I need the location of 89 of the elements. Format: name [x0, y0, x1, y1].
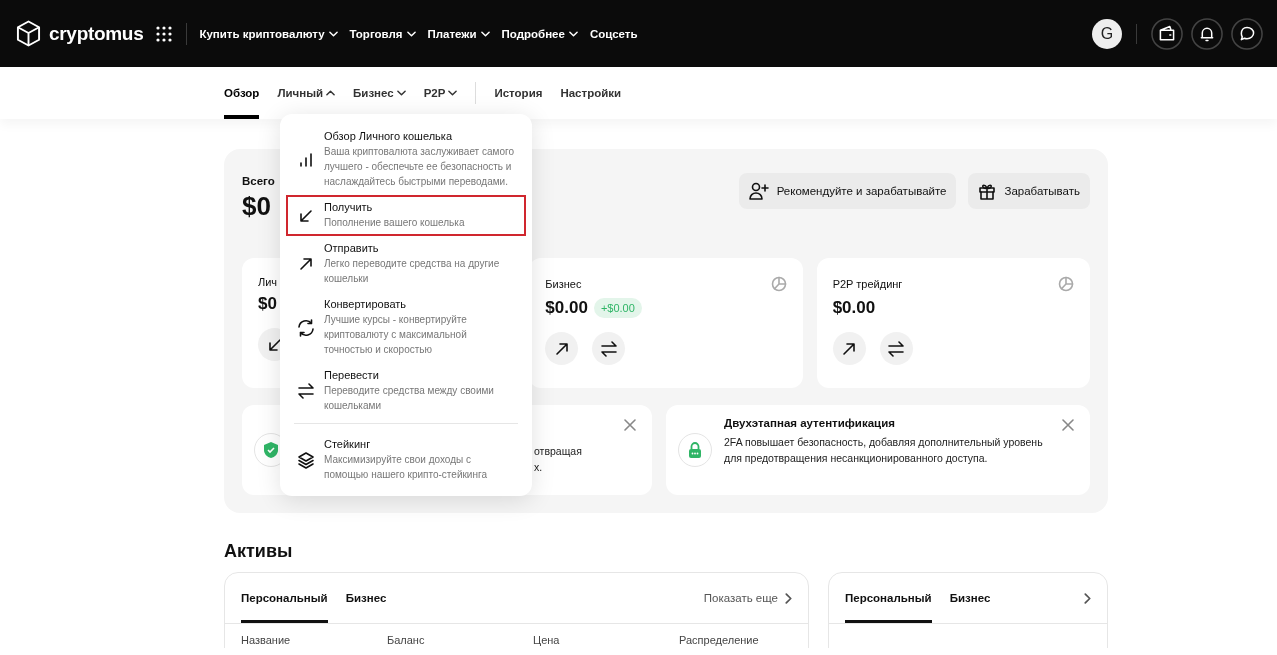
- total-balance: $0: [242, 191, 272, 222]
- apps-grid-button[interactable]: [156, 25, 173, 42]
- nav-tab[interactable]: Бизнес: [353, 67, 406, 119]
- next-button[interactable]: [1084, 592, 1091, 604]
- nav-tab[interactable]: P2P: [423, 67, 458, 119]
- chat-bubble-icon: [1231, 17, 1263, 50]
- notice-text: 2FA повышает безопасность, добавляя дополнительный уровень для предотвращения несанкционированного доступа.: [724, 435, 1044, 466]
- menu-item[interactable]: Получить Пополнение вашего кошелька: [286, 195, 526, 236]
- swap-arrows-icon: [599, 340, 618, 357]
- arrow-down-left-icon: [298, 207, 314, 224]
- column-header: Цена: [533, 634, 561, 646]
- menu-item[interactable]: Обзор Личного кошелька Ваша криптовалюта заслуживает самого лучшего - обеспечьте ее безопасность и наслаждайтесь быстрыми переводами.: [286, 124, 526, 195]
- chevron-down-icon: [568, 30, 578, 37]
- nav-link[interactable]: История: [494, 67, 543, 119]
- menu-item-description: Переводите средства между своими кошельками: [324, 384, 495, 413]
- brand-name[interactable]: cryptomus: [49, 22, 144, 45]
- user-plus-icon: [748, 182, 769, 200]
- wallet-label: Лич: [258, 276, 278, 288]
- section-heading: Активы: [224, 541, 294, 562]
- menu-item-description: Ваша криптовалюта заслуживает самого лучшего - обеспечьте ее безопасность и наслаждайтесь быстрыми переводами.: [324, 145, 515, 189]
- menu-item-description: Пополнение вашего кошелька: [324, 216, 465, 230]
- arrow-up-right-icon: [298, 256, 314, 272]
- layers-icon: [297, 451, 315, 469]
- arrow-down-left-icon: [266, 336, 283, 353]
- arrow-up-right-icon: [553, 340, 570, 357]
- bell-icon: [1191, 17, 1223, 50]
- nav-menu-item[interactable]: Торговля: [349, 27, 416, 40]
- menu-item-description: Лучшие курсы - конвертируйте криптовалюту с максимальной точностью и скоростью: [324, 313, 468, 357]
- chevron-down-icon: [328, 30, 338, 37]
- change-badge: +$0.00: [593, 298, 642, 318]
- menu-item-title: Получить: [324, 201, 374, 213]
- close-button[interactable]: [1062, 419, 1074, 431]
- menu-item[interactable]: Конвертировать Лучшие курсы - конвертируйте криптовалюту с максимальной точностью и скоростью: [286, 292, 526, 363]
- asset-tab[interactable]: Бизнес: [345, 573, 387, 623]
- nav-menu-item[interactable]: Купить криптовалюту: [199, 27, 338, 40]
- menu-item[interactable]: Перевести Переводите средства между своими кошельками: [286, 363, 526, 419]
- swap-arrows-icon: [297, 383, 315, 399]
- notice-text: отвращая: [534, 444, 583, 459]
- nav-tab[interactable]: Обзор: [224, 67, 260, 119]
- shield-icon: [262, 441, 280, 459]
- chevron-down-icon: [480, 30, 490, 37]
- arrow-up-right-icon: [841, 340, 858, 357]
- menu-item[interactable]: Отправить Легко переводите средства на другие кошельки: [286, 236, 526, 292]
- gift-icon: [978, 182, 997, 200]
- wallet-balance: $0.00: [545, 298, 588, 318]
- wallet-label: P2P трейдинг: [832, 278, 903, 290]
- chevron-right-icon: [1084, 592, 1091, 604]
- column-header: Название: [241, 634, 292, 646]
- wallet-label: Бизнес: [545, 278, 582, 290]
- transfer-button[interactable]: [879, 332, 913, 365]
- wallet-icon: [1151, 17, 1183, 50]
- action-button[interactable]: Рекомендуйте и зарабатывайте: [738, 173, 957, 209]
- chevron-down-icon: [406, 30, 416, 37]
- nav-link[interactable]: Настройки: [560, 67, 622, 119]
- cube-logo-icon: [16, 20, 41, 47]
- transfer-button[interactable]: [592, 332, 626, 365]
- menu-item[interactable]: Стейкинг Максимизируйте свои доходы с помощью нашего крипто-стейкинга: [286, 432, 526, 488]
- menu-item-description: Максимизируйте свои доходы с помощью нашего крипто-стейкинга: [324, 453, 488, 482]
- menu-item-title: Перевести: [324, 369, 380, 381]
- nav-menu-item[interactable]: Соцсеть: [589, 27, 638, 40]
- notice-text: х.: [534, 459, 544, 475]
- lock-icon: [686, 441, 704, 459]
- send-button[interactable]: [832, 332, 866, 365]
- menu-item-title: Обзор Личного кошелька: [324, 130, 453, 142]
- action-button[interactable]: Зарабатывать: [968, 173, 1090, 209]
- column-header: Распределение: [679, 634, 760, 646]
- total-label: Всего: [242, 175, 275, 187]
- asset-tab[interactable]: Персональный: [241, 573, 328, 623]
- chevron-right-icon: [785, 592, 792, 604]
- menu-item-title: Конвертировать: [324, 298, 408, 310]
- bar-chart-icon: [298, 151, 314, 168]
- asset-tab[interactable]: Персональный: [845, 573, 932, 623]
- column-header: Баланс: [387, 634, 426, 646]
- menu-item-title: Отправить: [324, 242, 380, 254]
- nav-tab[interactable]: Личный: [277, 67, 336, 119]
- avatar[interactable]: G: [1092, 18, 1122, 49]
- nav-menu-item[interactable]: Подробнее: [501, 27, 578, 40]
- menu-item-description: Легко переводите средства на другие кошельки: [324, 257, 501, 286]
- wallet-balance: $0: [258, 294, 277, 314]
- refresh-icon: [296, 317, 316, 338]
- wallet-balance: $0.00: [832, 298, 876, 318]
- menu-item-title: Стейкинг: [324, 438, 372, 450]
- nav-menu-item[interactable]: Платежи: [427, 27, 490, 40]
- swap-arrows-icon: [887, 340, 906, 357]
- notice-title: Двухэтапная аутентификация: [724, 417, 896, 429]
- asset-tab[interactable]: Бизнес: [949, 573, 991, 623]
- show-more-link[interactable]: Показать еще: [703, 592, 792, 604]
- send-button[interactable]: [545, 332, 579, 365]
- close-button[interactable]: [624, 419, 636, 431]
